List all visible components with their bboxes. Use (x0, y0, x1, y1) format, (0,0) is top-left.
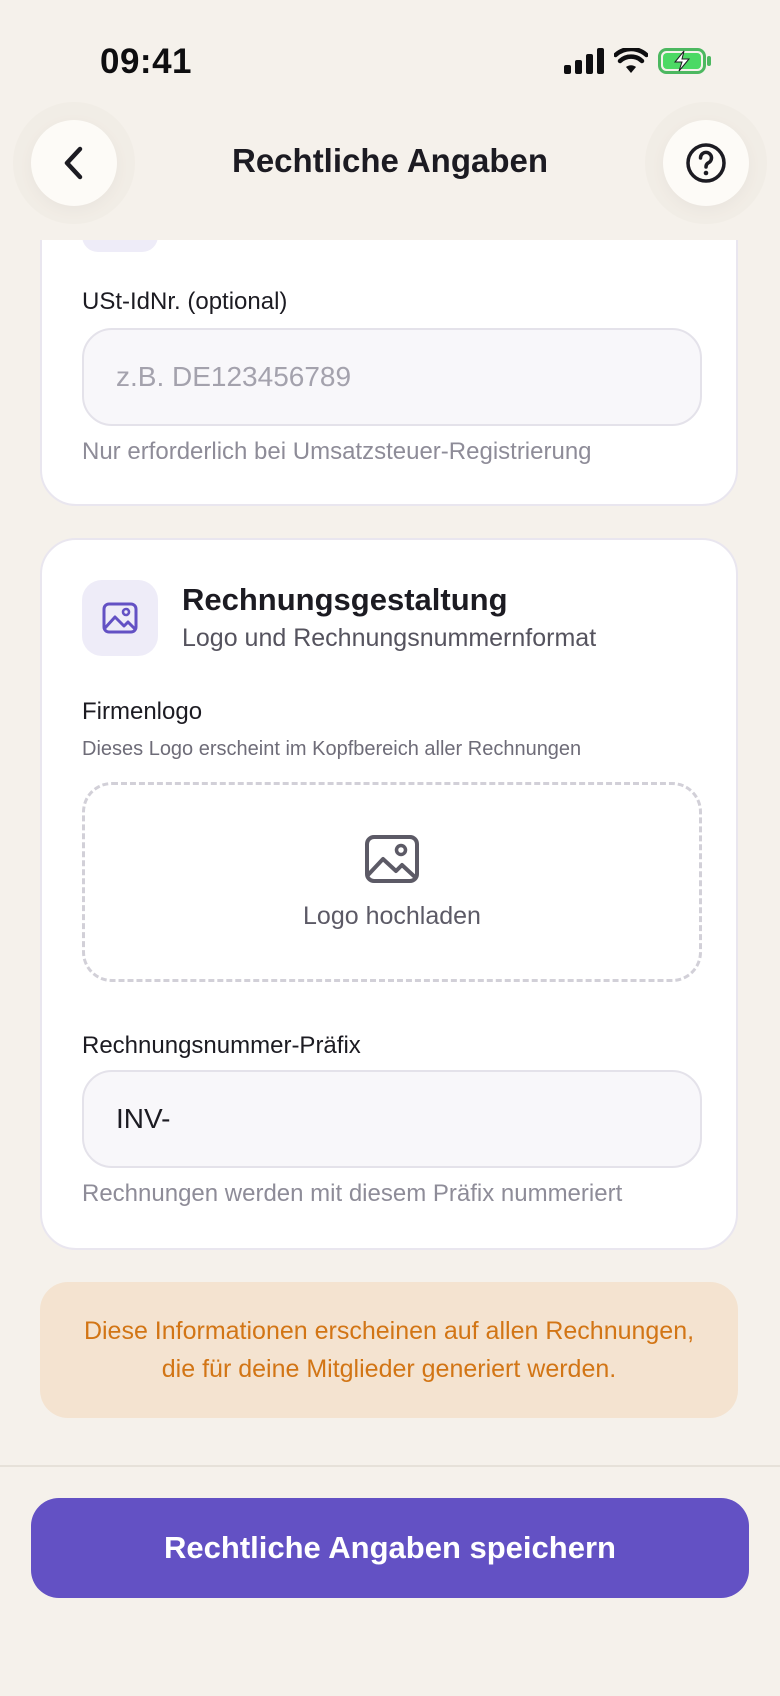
section-icon (82, 580, 158, 656)
vat-label: USt-IdNr. (optional) (82, 288, 288, 315)
prefix-label: Rechnungsnummer-Präfix (82, 1032, 361, 1059)
upload-label: Logo hochladen (303, 901, 481, 930)
status-icons (564, 48, 712, 74)
logo-upload-area[interactable]: Logo hochladen (82, 782, 702, 982)
vat-input[interactable]: z.B. DE123456789 (82, 328, 702, 426)
help-button[interactable] (663, 120, 749, 206)
screen: 09:41 Rechtliche Angaben USt-IdNr. (opti… (0, 0, 780, 1696)
question-circle-icon (686, 143, 726, 183)
prefix-input[interactable]: INV- (82, 1070, 702, 1168)
prefix-hint: Rechnungen werden mit diesem Präfix numm… (82, 1180, 623, 1207)
footer-divider (0, 1465, 780, 1467)
header: Rechtliche Angaben (0, 110, 780, 240)
vat-placeholder: z.B. DE123456789 (116, 361, 352, 392)
signal-icon (564, 48, 604, 74)
image-icon (102, 602, 138, 634)
image-upload-icon (365, 834, 419, 883)
section-subtitle: Logo und Rechnungsnummernformat (182, 624, 597, 652)
info-note: Diese Informationen erscheinen auf allen… (40, 1282, 738, 1418)
status-time: 09:41 (100, 42, 193, 81)
invoice-design-card: Rechnungsgestaltung Logo und Rechnungsnu… (40, 538, 738, 1250)
section-title: Rechnungsgestaltung (182, 582, 508, 617)
info-note-text: Diese Informationen erscheinen auf allen… (83, 1317, 695, 1383)
battery-charging-icon (658, 48, 711, 74)
prefix-value: INV- (116, 1103, 171, 1134)
wifi-icon (614, 48, 648, 73)
status-bar: 09:41 (0, 0, 780, 120)
logo-label: Firmenlogo (82, 698, 203, 725)
vat-hint: Nur erforderlich bei Umsatzsteuer-Regist… (82, 438, 592, 465)
save-button[interactable]: Rechtliche Angaben speichern (31, 1498, 749, 1598)
logo-hint: Dieses Logo erscheint im Kopfbereich all… (82, 738, 582, 760)
